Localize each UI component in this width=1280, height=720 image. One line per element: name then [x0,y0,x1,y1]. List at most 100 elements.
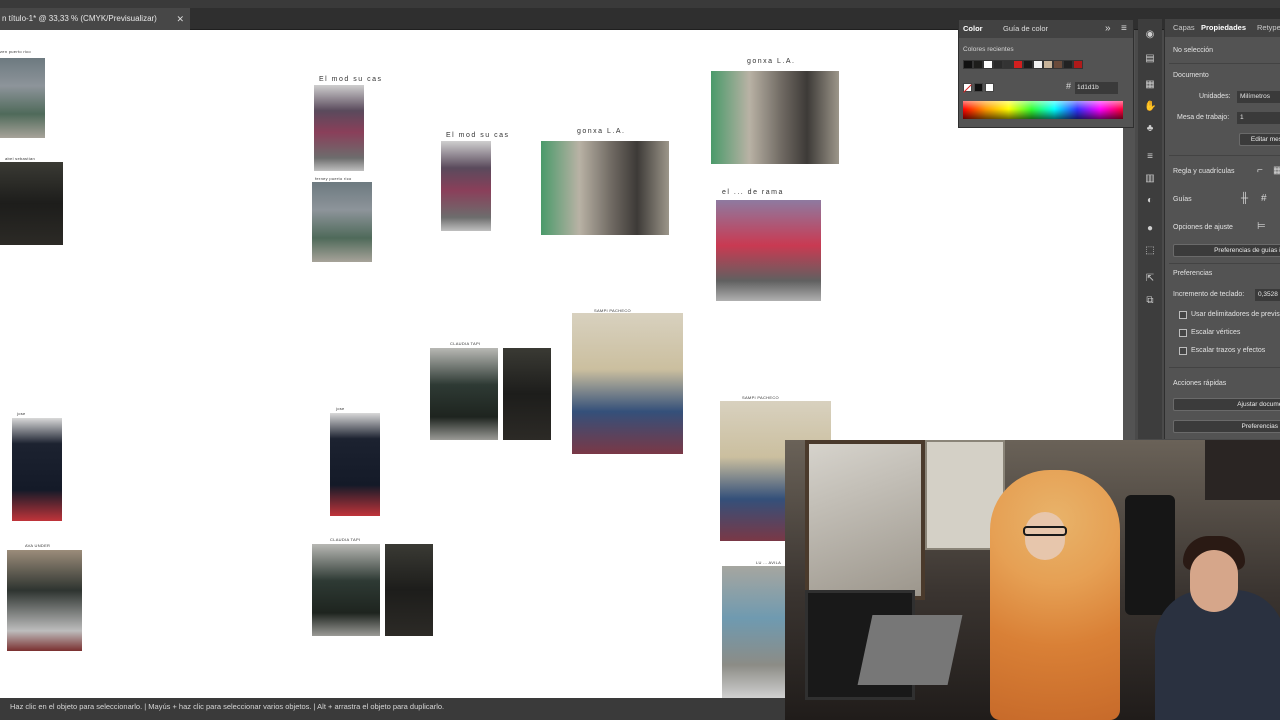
smart-guides-icon[interactable]: # [1261,194,1267,204]
color-swatch[interactable] [973,60,983,69]
color-swatch[interactable] [1043,60,1053,69]
moodboard-image[interactable] [7,550,82,651]
tab-retype[interactable]: Retype [1257,19,1280,37]
moodboard-image[interactable] [12,418,62,521]
moodboard-image[interactable] [441,141,491,231]
color-swatch[interactable] [1013,60,1023,69]
color-spectrum[interactable] [963,101,1123,119]
color-swatch[interactable] [1023,60,1033,69]
image-caption: gonxa L.A. [577,128,626,135]
expand-panel-icon[interactable]: » [1105,20,1111,38]
moodboard-image[interactable] [0,162,63,245]
scale-corners-checkbox[interactable] [1179,329,1187,337]
webcam-shelf [1205,440,1280,500]
properties-tabs: Capas Propiedades Retype [1165,19,1280,37]
moodboard-image[interactable] [430,348,498,440]
moodboard-image[interactable] [716,200,821,301]
fit-document-button[interactable]: Ajustar documen [1173,398,1280,411]
edit-artboard-button[interactable]: Editar mes [1239,133,1280,146]
properties-panel: Capas Propiedades Retype No selección Do… [1164,19,1280,439]
moodboard-image[interactable] [330,413,380,516]
webcam-window [805,440,925,600]
webcam-overlay [785,440,1280,720]
tab-color-guide[interactable]: Guía de color [1003,20,1048,38]
image-caption: CLAUDIA TAPI [330,537,361,542]
divider [1169,155,1280,156]
grid-toggle-icon[interactable]: ▦ [1273,166,1280,176]
moodboard-image[interactable] [503,348,551,440]
scale-corners-label: Escalar vértices [1191,329,1241,336]
keyboard-increment-input[interactable]: 0,3528 [1255,289,1280,301]
color-swatch[interactable] [1003,60,1013,69]
document-icon[interactable]: ▤ [1144,53,1156,65]
puppet-icon[interactable]: ✋ [1144,101,1156,113]
color-swatch[interactable] [993,60,1003,69]
preview-bounds-checkbox[interactable] [1179,311,1187,319]
snap-icon[interactable]: ⊨ [1257,222,1266,232]
divider [1169,367,1280,368]
recent-swatches [963,60,1083,69]
moodboard-image[interactable] [572,313,683,454]
image-caption: CLAUDIA TAPI [450,341,481,346]
grid-icon[interactable]: ▦ [1144,79,1156,91]
none-color-swatch[interactable] [963,83,972,92]
rulers-grids-label: Regla y cuadrículas [1173,168,1235,175]
ruler-icon[interactable]: ⌐ [1257,166,1263,176]
no-selection-label: No selección [1173,47,1214,54]
image-caption: jose [336,406,345,411]
color-swatch[interactable] [983,60,993,69]
export-icon[interactable]: ⇱ [1144,273,1156,285]
color-swatch[interactable] [1033,60,1043,69]
black-swatch[interactable] [974,83,983,92]
keyboard-increment-label: Incremento de teclado: [1173,291,1245,298]
moodboard-image[interactable] [312,544,380,636]
panel-menu-icon[interactable]: ≡ [1121,20,1127,38]
snap-options-label: Opciones de ajuste [1173,224,1233,231]
artboard-label: Mesa de trabajo: [1177,114,1230,121]
artboards-icon[interactable]: ⧉ [1144,295,1156,307]
color-swatch[interactable] [963,60,973,69]
tab-color[interactable]: Color [963,20,983,38]
illustrator-window: n título-1* @ 33,33 % (CMYK/Previsualiza… [0,0,1280,720]
control-bar [0,0,1280,8]
moodboard-image[interactable] [541,141,669,235]
preferences-section-title: Preferencias [1173,270,1213,277]
color-panel-icon[interactable]: ◉ [1144,29,1156,41]
scale-strokes-checkbox[interactable] [1179,347,1187,355]
color-swatch[interactable] [1063,60,1073,69]
preview-bounds-label: Usar delimitadores de previs [1191,311,1280,318]
club-icon[interactable]: ♣ [1144,123,1156,135]
tab-properties[interactable]: Propiedades [1201,19,1246,37]
moodboard-image[interactable] [385,544,433,636]
hex-color-input[interactable]: 1d1d1b [1075,82,1118,94]
gradient-icon[interactable]: ▥ [1144,173,1156,185]
units-dropdown[interactable]: Milímetros [1237,91,1280,103]
webcam-face-left [1025,512,1065,560]
moodboard-image[interactable] [722,566,787,698]
color-swatch[interactable] [1073,60,1083,69]
moodboard-image[interactable] [312,182,372,262]
transform-icon[interactable]: ⬚ [1144,245,1156,257]
hex-hash-icon: # [1066,81,1072,91]
circle-icon[interactable]: ● [1144,223,1156,235]
webcam-laptop [857,615,963,685]
scale-strokes-label: Escalar trazos y efectos [1191,347,1266,354]
tab-layers[interactable]: Capas [1173,19,1195,37]
white-swatch[interactable] [985,83,994,92]
guides-preferences-button[interactable]: Preferencias de guías int [1173,244,1280,257]
lines-icon[interactable]: ≡ [1144,151,1156,163]
artboard-dropdown[interactable]: 1 [1237,112,1280,124]
guides-icon[interactable]: ╫ [1241,194,1248,204]
image-caption: ferney puerto rico [315,176,352,181]
image-caption: el ... de rama [722,189,784,196]
moodboard-image[interactable] [314,85,364,171]
color-swatch[interactable] [1053,60,1063,69]
document-tab[interactable]: n título-1* @ 33,33 % (CMYK/Previsualiza… [0,8,190,30]
preferences-button[interactable]: Preferencias [1173,420,1280,433]
moodboard-image[interactable] [0,58,45,138]
moodboard-image[interactable] [711,71,839,164]
image-caption: jose [17,411,26,416]
close-tab-icon[interactable]: ✕ [176,8,184,30]
appearance-icon[interactable]: ◐ [1144,195,1156,207]
color-panel: Color Guía de color » ≡ Colores reciente… [958,19,1134,128]
